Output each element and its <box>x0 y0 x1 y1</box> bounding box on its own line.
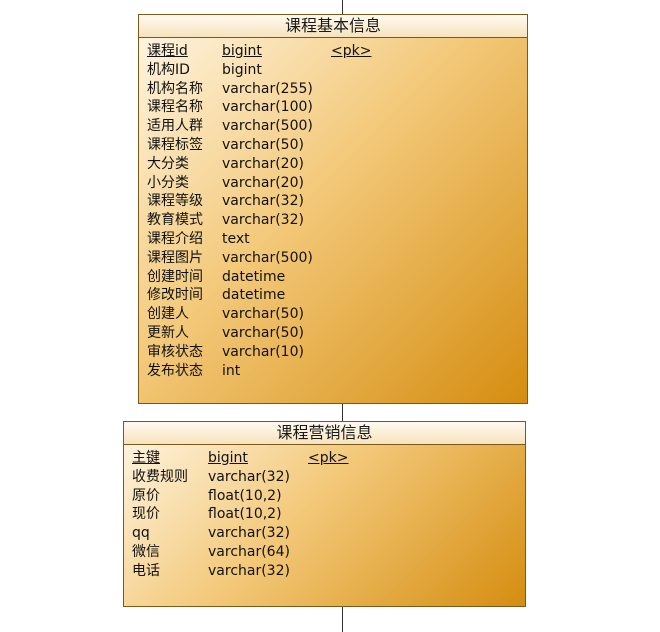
attribute-type: varchar(32) <box>208 468 290 485</box>
attribute-type: varchar(20) <box>222 155 304 172</box>
attribute-type: varchar(32) <box>222 212 304 229</box>
attribute-name: 课程id <box>147 43 188 59</box>
attribute-name: 创建时间 <box>147 268 203 285</box>
attribute-name: 现价 <box>132 506 160 523</box>
attribute-row: 小分类 varchar(20) <box>139 174 527 193</box>
attribute-name: 课程介绍 <box>147 230 203 247</box>
attribute-type: varchar(500) <box>222 118 313 135</box>
attribute-row: 创建人 varchar(50) <box>139 305 527 324</box>
attribute-row: 收费规则 varchar(32) <box>124 468 525 487</box>
attribute-type: int <box>222 362 241 379</box>
attribute-name: 课程等级 <box>147 193 203 210</box>
attribute-name: 创建人 <box>147 306 189 323</box>
attribute-name: 课程标签 <box>147 136 203 153</box>
attribute-type: varchar(64) <box>208 543 290 560</box>
attribute-type: float(10,2) <box>208 487 282 504</box>
connector-line-bottom <box>342 606 343 632</box>
entity-title: 课程基本信息 <box>139 15 527 38</box>
attribute-row: 教育模式 varchar(32) <box>139 211 527 230</box>
attribute-row: 微信 varchar(64) <box>124 543 525 562</box>
attribute-type: varchar(50) <box>222 324 304 341</box>
attribute-type: varchar(255) <box>222 80 313 97</box>
attribute-row: 更新人 varchar(50) <box>139 324 527 343</box>
attribute-list: 课程id bigint <pk> 机构ID bigint 机构名称 varchar(255)… <box>139 38 527 380</box>
attribute-name: 机构ID <box>147 61 190 78</box>
attribute-name: 发布状态 <box>147 362 203 379</box>
attribute-type: text <box>222 230 250 247</box>
attribute-type: datetime <box>222 268 286 285</box>
attribute-name: 电话 <box>132 562 160 579</box>
attribute-name: 机构名称 <box>147 80 203 97</box>
attribute-name: 课程图片 <box>147 249 203 266</box>
attribute-type: varchar(32) <box>208 562 290 579</box>
attribute-type: varchar(10) <box>222 343 304 360</box>
attribute-row: 机构ID bigint <box>139 61 527 80</box>
attribute-row: qq varchar(32) <box>124 524 525 543</box>
attribute-name: 主键 <box>132 450 160 466</box>
attribute-name: 更新人 <box>147 324 189 341</box>
attribute-row: 课程等级 varchar(32) <box>139 192 527 211</box>
attribute-type: varchar(32) <box>208 525 290 542</box>
attribute-row: 课程名称 varchar(100) <box>139 98 527 117</box>
entity-course-marketing-info[interactable]: 课程营销信息 主键 bigint <pk> 收费规则 varchar(32) 原价 floa… <box>123 421 526 607</box>
attribute-name: 课程名称 <box>147 99 203 116</box>
attribute-row: 创建时间 datetime <box>139 268 527 287</box>
attribute-type: varchar(500) <box>222 249 313 266</box>
attribute-row: 发布状态 int <box>139 362 527 381</box>
attribute-name: 修改时间 <box>147 287 203 304</box>
attribute-type: bigint <box>222 43 262 59</box>
attribute-row: 主键 bigint <pk> <box>124 449 525 468</box>
attribute-row: 机构名称 varchar(255) <box>139 80 527 99</box>
attribute-row: 现价 float(10,2) <box>124 505 525 524</box>
attribute-type: bigint <box>222 61 262 78</box>
attribute-row: 课程id bigint <pk> <box>139 42 527 61</box>
attribute-key: <pk> <box>308 450 349 466</box>
attribute-row: 课程标签 varchar(50) <box>139 136 527 155</box>
attribute-name: 原价 <box>132 487 160 504</box>
attribute-row: 修改时间 datetime <box>139 286 527 305</box>
attribute-type: varchar(100) <box>222 99 313 116</box>
attribute-type: bigint <box>208 450 248 466</box>
attribute-list: 主键 bigint <pk> 收费规则 varchar(32) 原价 float(10,2)… <box>124 445 525 581</box>
attribute-name: 适用人群 <box>147 118 203 135</box>
attribute-type: datetime <box>222 287 286 304</box>
attribute-type: varchar(50) <box>222 306 304 323</box>
attribute-type: varchar(32) <box>222 193 304 210</box>
attribute-row: 原价 float(10,2) <box>124 487 525 506</box>
attribute-row: 课程介绍 text <box>139 230 527 249</box>
attribute-name: 收费规则 <box>132 468 188 485</box>
attribute-key: <pk> <box>331 43 372 59</box>
attribute-row: 适用人群 varchar(500) <box>139 117 527 136</box>
attribute-row: 电话 varchar(32) <box>124 562 525 581</box>
attribute-type: float(10,2) <box>208 506 282 523</box>
entity-title: 课程营销信息 <box>124 422 525 445</box>
attribute-name: 微信 <box>132 543 160 560</box>
connector-line-top <box>342 0 343 14</box>
attribute-row: 课程图片 varchar(500) <box>139 249 527 268</box>
attribute-name: 教育模式 <box>147 212 203 229</box>
connector-line-middle <box>342 403 343 421</box>
attribute-name: 大分类 <box>147 155 189 172</box>
attribute-name: 小分类 <box>147 174 189 191</box>
attribute-type: varchar(50) <box>222 136 304 153</box>
attribute-row: 大分类 varchar(20) <box>139 155 527 174</box>
attribute-name: qq <box>132 525 150 542</box>
attribute-name: 审核状态 <box>147 343 203 360</box>
attribute-type: varchar(20) <box>222 174 304 191</box>
attribute-row: 审核状态 varchar(10) <box>139 343 527 362</box>
entity-course-basic-info[interactable]: 课程基本信息 课程id bigint <pk> 机构ID bigint 机构名称 varch… <box>138 14 528 404</box>
